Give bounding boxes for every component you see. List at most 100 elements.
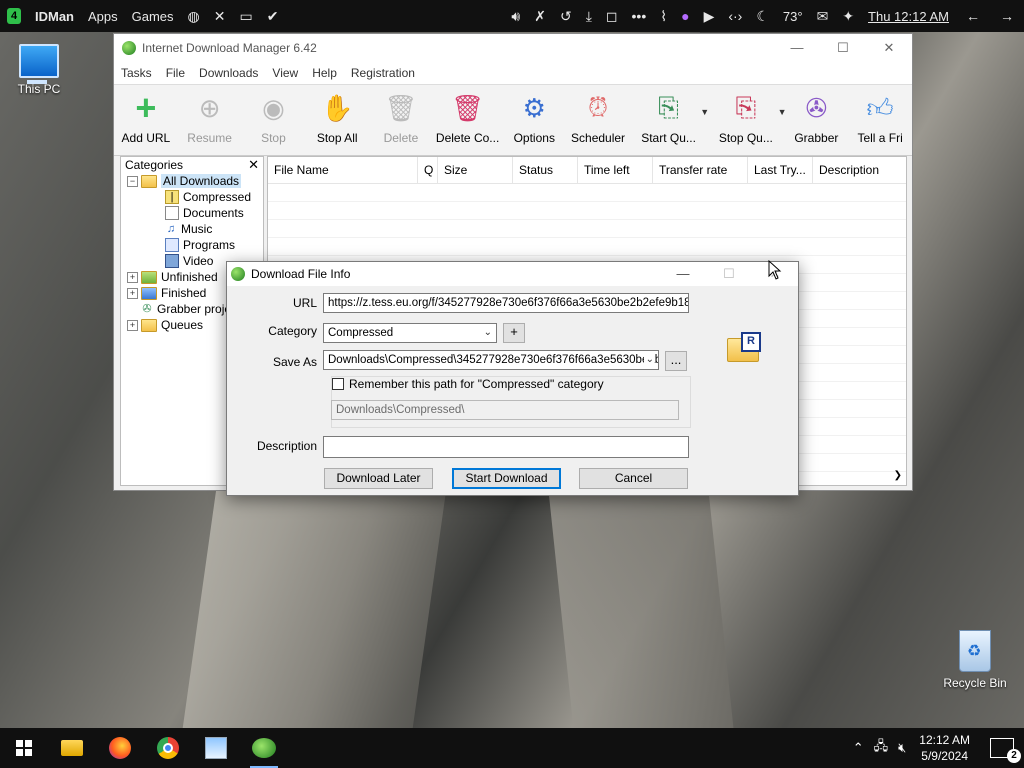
taskbar-chrome[interactable] bbox=[144, 728, 192, 768]
tool-label: Stop Qu... bbox=[718, 131, 773, 145]
stop-all-button[interactable]: ✋ Stop All bbox=[305, 85, 369, 155]
close-button[interactable]: ✕ bbox=[866, 40, 912, 56]
notification-center-icon[interactable]: 2 bbox=[990, 738, 1021, 763]
download-icon[interactable]: ⤓ bbox=[579, 0, 599, 32]
tree-programs[interactable]: Programs bbox=[121, 237, 263, 253]
history-icon[interactable]: ↺ bbox=[553, 0, 579, 32]
arrow-right-icon[interactable]: → bbox=[990, 0, 1024, 32]
stop-button[interactable]: ◉ Stop bbox=[242, 85, 306, 155]
youtube-icon[interactable]: ▶ bbox=[697, 0, 722, 32]
start-download-button[interactable]: Start Download bbox=[452, 468, 561, 489]
dialog-titlebar[interactable]: Download File Info — ☐ ✕ bbox=[227, 262, 798, 286]
tree-music[interactable]: ♫ Music bbox=[121, 221, 263, 237]
url-label: URL bbox=[292, 296, 317, 310]
tree-all-downloads[interactable]: − All Downloads bbox=[121, 173, 263, 189]
cancel-button[interactable]: Cancel bbox=[579, 468, 688, 489]
bag-icon[interactable]: ◻ bbox=[599, 0, 625, 32]
music-note-icon: ♫ bbox=[166, 223, 176, 235]
minimize-button[interactable]: — bbox=[774, 40, 820, 56]
moon-icon[interactable]: ☾ bbox=[749, 0, 776, 32]
expand-icon[interactable]: + bbox=[127, 287, 138, 299]
description-field[interactable] bbox=[323, 436, 689, 458]
laptop-icon[interactable]: ▭ bbox=[233, 0, 260, 32]
weather-temp[interactable]: 73° bbox=[776, 0, 810, 32]
taskbar-firefox[interactable] bbox=[96, 728, 144, 768]
delete-button[interactable]: 🗑︎ Delete bbox=[369, 85, 433, 155]
column-status[interactable]: Status bbox=[513, 157, 578, 183]
tell-a-friend-button[interactable]: 👍︎ Tell a Fri bbox=[848, 85, 912, 155]
taskbar-idm[interactable] bbox=[240, 728, 288, 768]
arrow-left-icon[interactable]: ← bbox=[956, 0, 990, 32]
tree-label: Grabber proje bbox=[157, 302, 232, 316]
collapse-icon[interactable]: − bbox=[127, 175, 138, 187]
column-transfer-rate[interactable]: Transfer rate bbox=[653, 157, 748, 183]
save-as-value: Downloads\Compressed\345277928e730e6f376… bbox=[328, 354, 659, 366]
url-field[interactable]: https://z.tess.eu.org/f/345277928e730e6f… bbox=[323, 293, 689, 313]
tree-documents[interactable]: Documents bbox=[121, 205, 263, 221]
menu-registration[interactable]: Registration bbox=[344, 66, 422, 80]
remember-path-checkbox[interactable] bbox=[332, 378, 344, 390]
resume-button[interactable]: ⊕ Resume bbox=[178, 85, 242, 155]
messenger-icon[interactable]: ● bbox=[674, 0, 696, 32]
remember-path-label[interactable]: Remember this path for "Compressed" cate… bbox=[349, 377, 604, 391]
sparkle-icon[interactable]: ✦ bbox=[835, 0, 861, 32]
code-icon[interactable]: ‹·› bbox=[721, 0, 749, 32]
expand-icon[interactable]: + bbox=[127, 271, 138, 283]
desktop-this-pc[interactable]: This PC bbox=[4, 44, 74, 96]
volume-icon[interactable]: 🔊︎ bbox=[504, 0, 527, 32]
add-url-button[interactable]: + Add URL bbox=[114, 85, 178, 155]
scheduler-button[interactable]: ⏰︎ Scheduler bbox=[566, 85, 630, 155]
check-icon[interactable]: ✔ bbox=[260, 0, 286, 32]
column-time-left[interactable]: Time left bbox=[578, 157, 653, 183]
clock[interactable]: Thu 12:12 AM bbox=[861, 0, 956, 32]
column-file-name[interactable]: File Name bbox=[268, 157, 418, 183]
browse-button[interactable]: ... bbox=[665, 351, 687, 371]
menu-apps[interactable]: Apps bbox=[81, 0, 125, 32]
column-size[interactable]: Size bbox=[438, 157, 513, 183]
start-button[interactable] bbox=[0, 728, 48, 768]
stop-queue-button[interactable]: ⎘ Stop Qu... ▼ bbox=[707, 85, 787, 155]
menu-view[interactable]: View bbox=[265, 66, 305, 80]
more-icon[interactable]: ••• bbox=[625, 0, 654, 32]
menu-games[interactable]: Games bbox=[125, 0, 181, 32]
space-indicator[interactable]: 4 bbox=[0, 0, 28, 32]
delete-completed-button[interactable]: 🗑︎ Delete Co... bbox=[433, 85, 503, 155]
menu-downloads[interactable]: Downloads bbox=[192, 66, 265, 80]
column-queue[interactable]: Q bbox=[418, 157, 438, 183]
menu-file[interactable]: File bbox=[159, 66, 192, 80]
maximize-button[interactable]: ☐ bbox=[820, 40, 866, 56]
tree-compressed[interactable]: | Compressed bbox=[121, 189, 263, 205]
mail-icon[interactable]: ✉ bbox=[810, 0, 836, 32]
expand-icon[interactable]: + bbox=[127, 319, 138, 331]
chevron-up-icon[interactable]: ⌃ bbox=[848, 740, 869, 756]
volume-muted-icon[interactable]: 🔇︎ bbox=[893, 740, 911, 756]
globe-icon[interactable]: ◍ bbox=[181, 0, 207, 32]
bell-off-icon[interactable]: ✗ bbox=[527, 0, 553, 32]
download-arrow-icon: ⊕ bbox=[198, 92, 221, 123]
gear-icon: ⚙ bbox=[522, 92, 546, 123]
start-queue-button[interactable]: ⎘ Start Qu... ▼ bbox=[630, 85, 709, 155]
menu-tasks[interactable]: Tasks bbox=[114, 66, 159, 80]
menu-help[interactable]: Help bbox=[305, 66, 344, 80]
taskbar-notepad[interactable] bbox=[192, 728, 240, 768]
save-as-combo[interactable]: Downloads\Compressed\345277928e730e6f376… bbox=[323, 350, 659, 370]
idm-titlebar[interactable]: Internet Download Manager 6.42 — ☐ ✕ bbox=[114, 34, 912, 62]
close-icon[interactable]: ✕ bbox=[248, 157, 259, 173]
download-later-button[interactable]: Download Later bbox=[324, 468, 433, 489]
paperclip-icon[interactable]: ⌇ bbox=[653, 0, 674, 32]
minimize-button[interactable]: — bbox=[660, 266, 706, 282]
taskbar-clock[interactable]: 12:12 AM 5/9/2024 bbox=[911, 732, 978, 764]
scroll-right-icon[interactable]: ❯ bbox=[894, 470, 902, 481]
desktop-recycle-bin[interactable]: Recycle Bin bbox=[940, 630, 1010, 690]
options-button[interactable]: ⚙ Options bbox=[502, 85, 566, 155]
category-select[interactable]: Compressed ⌄ bbox=[323, 323, 497, 343]
active-app-name[interactable]: IDMan bbox=[28, 0, 81, 32]
add-category-button[interactable]: + bbox=[503, 323, 525, 343]
taskbar-file-explorer[interactable] bbox=[48, 728, 96, 768]
column-description[interactable]: Description bbox=[813, 157, 903, 183]
column-last-try[interactable]: Last Try... bbox=[748, 157, 813, 183]
tools-icon[interactable]: ✕ bbox=[207, 0, 233, 32]
taskbar: ⌃ 🖧︎ 🔇︎ 12:12 AM 5/9/2024 2 bbox=[0, 728, 1024, 768]
network-icon[interactable]: 🖧︎ bbox=[869, 737, 894, 759]
grabber-button[interactable]: ✇ Grabber bbox=[784, 85, 848, 155]
